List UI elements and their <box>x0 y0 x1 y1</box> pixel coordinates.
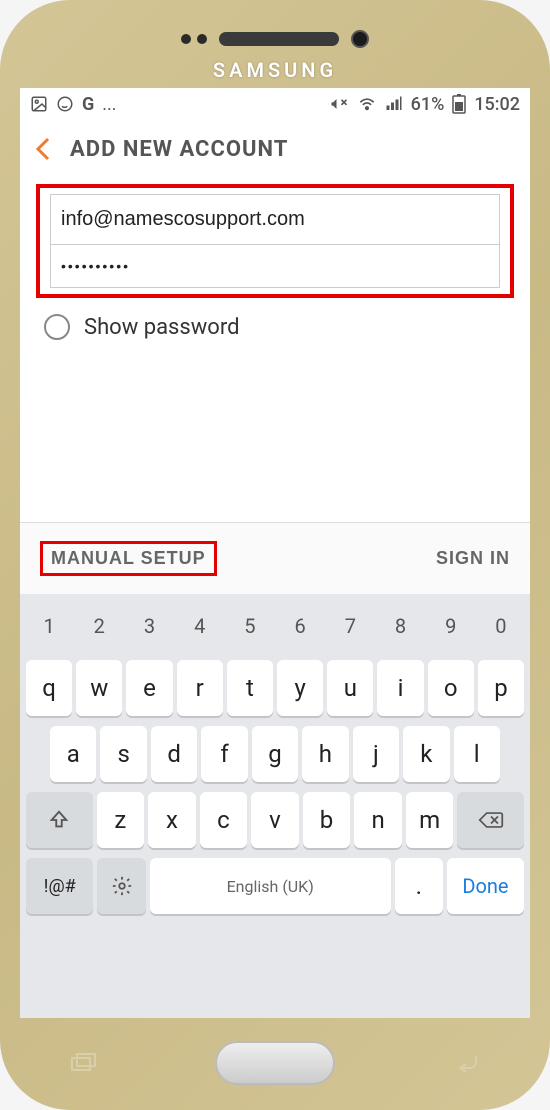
key-s[interactable]: s <box>100 726 146 782</box>
key-x[interactable]: x <box>148 792 196 848</box>
sign-in-button[interactable]: SIGN IN <box>436 548 510 569</box>
home-button[interactable] <box>215 1041 335 1085</box>
manual-setup-button[interactable]: MANUAL SETUP <box>51 548 206 569</box>
key-9[interactable]: 9 <box>428 602 474 650</box>
credentials-form <box>50 194 500 288</box>
whatsapp-icon <box>56 95 74 113</box>
symbols-key[interactable]: !@# <box>26 858 93 914</box>
key-k[interactable]: k <box>403 726 449 782</box>
email-input[interactable] <box>51 195 499 244</box>
wifi-icon <box>357 94 377 114</box>
key-g[interactable]: g <box>252 726 298 782</box>
backspace-key[interactable] <box>457 792 524 848</box>
key-p[interactable]: p <box>478 660 524 716</box>
key-y[interactable]: y <box>277 660 323 716</box>
clock-text: 15:02 <box>474 94 520 115</box>
key-7[interactable]: 7 <box>327 602 373 650</box>
show-password-row[interactable]: Show password <box>20 298 530 356</box>
key-t[interactable]: t <box>227 660 273 716</box>
show-password-radio[interactable] <box>44 314 70 340</box>
keyboard-number-row: 1 2 3 4 5 6 7 8 9 0 <box>24 602 526 650</box>
bottom-action-bar: MANUAL SETUP SIGN IN <box>20 522 530 594</box>
period-key[interactable]: . <box>395 858 443 914</box>
key-4[interactable]: 4 <box>177 602 223 650</box>
key-m[interactable]: m <box>406 792 454 848</box>
key-r[interactable]: r <box>177 660 223 716</box>
key-z[interactable]: z <box>97 792 145 848</box>
key-c[interactable]: c <box>200 792 248 848</box>
back-button[interactable] <box>34 136 52 162</box>
keyboard-row-2: a s d f g h j k l <box>24 726 526 782</box>
status-bar: G ... 61% 15:02 <box>20 88 530 120</box>
mute-icon <box>329 94 349 114</box>
key-6[interactable]: 6 <box>277 602 323 650</box>
keyboard-settings-key[interactable] <box>97 858 145 914</box>
key-3[interactable]: 3 <box>126 602 172 650</box>
key-l[interactable]: l <box>454 726 500 782</box>
key-0[interactable]: 0 <box>478 602 524 650</box>
keyboard-row-3: z x c v b n m <box>24 792 526 848</box>
keyboard-row-4: !@# English (UK) . Done <box>24 858 526 914</box>
manual-setup-highlight: MANUAL SETUP <box>40 541 217 576</box>
gear-icon <box>111 875 133 897</box>
status-ellipsis: ... <box>102 94 116 115</box>
key-h[interactable]: h <box>302 726 348 782</box>
screen: G ... 61% 15:02 <box>20 88 530 1018</box>
key-i[interactable]: i <box>377 660 423 716</box>
done-key[interactable]: Done <box>447 858 524 914</box>
key-2[interactable]: 2 <box>76 602 122 650</box>
password-input[interactable] <box>51 244 499 287</box>
key-w[interactable]: w <box>76 660 122 716</box>
phone-frame: SAMSUNG G ... <box>0 0 550 1110</box>
app-header: ADD NEW ACCOUNT <box>20 120 530 184</box>
back-softkey[interactable] <box>452 1052 480 1072</box>
key-j[interactable]: j <box>353 726 399 782</box>
key-f[interactable]: f <box>201 726 247 782</box>
soft-keyboard: 1 2 3 4 5 6 7 8 9 0 q w e r t y u i o <box>20 594 530 1018</box>
shift-key[interactable] <box>26 792 93 848</box>
recent-apps-softkey[interactable] <box>70 1052 98 1072</box>
gallery-icon <box>30 95 48 113</box>
key-5[interactable]: 5 <box>227 602 273 650</box>
key-b[interactable]: b <box>303 792 351 848</box>
signal-icon <box>385 95 403 113</box>
device-top-hardware <box>0 30 550 48</box>
key-d[interactable]: d <box>151 726 197 782</box>
key-1[interactable]: 1 <box>26 602 72 650</box>
key-q[interactable]: q <box>26 660 72 716</box>
key-8[interactable]: 8 <box>377 602 423 650</box>
show-password-label: Show password <box>84 315 239 340</box>
device-brand: SAMSUNG <box>0 58 550 82</box>
page-title: ADD NEW ACCOUNT <box>70 137 288 162</box>
battery-text: 61% <box>411 94 445 115</box>
credentials-highlight <box>36 184 514 298</box>
key-o[interactable]: o <box>428 660 474 716</box>
key-n[interactable]: n <box>354 792 402 848</box>
key-u[interactable]: u <box>327 660 373 716</box>
key-a[interactable]: a <box>50 726 96 782</box>
google-icon: G <box>82 94 94 115</box>
battery-icon <box>452 94 466 114</box>
key-e[interactable]: e <box>126 660 172 716</box>
key-v[interactable]: v <box>251 792 299 848</box>
spacebar-key[interactable]: English (UK) <box>150 858 391 914</box>
keyboard-row-1: q w e r t y u i o p <box>24 660 526 716</box>
